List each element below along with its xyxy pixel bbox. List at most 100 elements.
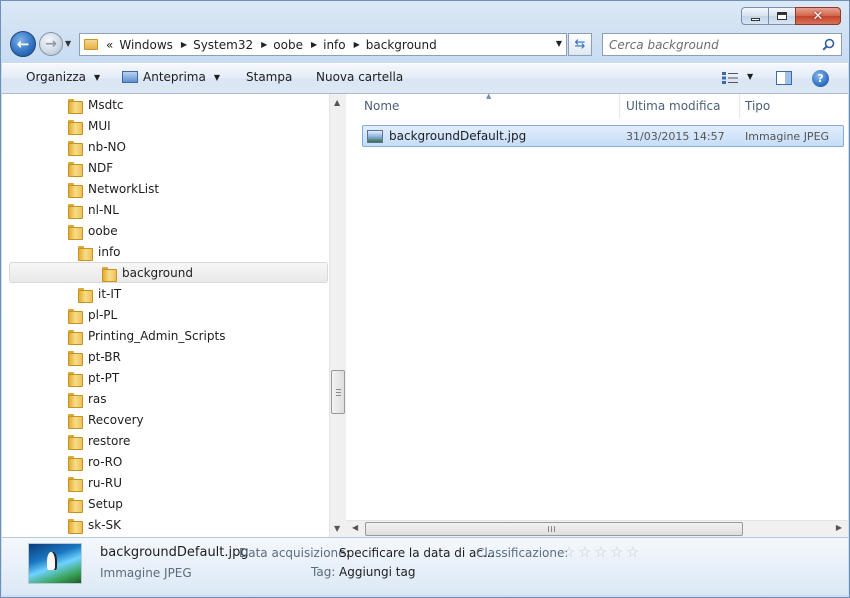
tree-item-ras[interactable]: ras — [68, 388, 107, 409]
column-divider[interactable] — [619, 94, 620, 118]
preview-pane-icon[interactable] — [776, 71, 792, 85]
file-list-pane: Nome ▲ Ultima modifica Tipo backgroundDe… — [346, 92, 848, 537]
details-file-name: backgroundDefault.jpg — [100, 545, 249, 560]
search-icon[interactable] — [822, 38, 835, 51]
view-options-icon[interactable] — [722, 72, 738, 84]
preview-icon — [122, 71, 138, 83]
refresh-button[interactable]: ⇆ — [568, 33, 592, 56]
tree-item-info[interactable]: info — [78, 241, 121, 262]
back-button[interactable]: ← — [10, 31, 36, 57]
tree-item-label: ru-RU — [88, 475, 122, 490]
tree-item-label: info — [98, 244, 121, 259]
chevron-right-icon[interactable]: ▶ — [311, 40, 317, 49]
tree-item-ru-ru[interactable]: ru-RU — [68, 472, 122, 493]
search-input[interactable] — [609, 37, 809, 52]
address-bar[interactable]: « Windows ▶ System32 ▶ oobe ▶ info ▶ backgro… — [79, 33, 567, 56]
caption-buttons: ✕ — [741, 7, 841, 25]
tree-item-ro-ro[interactable]: ro-RO — [68, 451, 122, 472]
tree-item-oobe[interactable]: oobe — [68, 220, 118, 241]
breadcrumb-windows[interactable]: Windows ▶ — [119, 38, 187, 52]
tree-item-setup[interactable]: Setup — [68, 493, 123, 514]
star-icon[interactable]: ☆ — [562, 544, 578, 560]
rating-stars[interactable]: ☆ ☆ ☆ ☆ ☆ — [562, 544, 642, 560]
arrow-left-icon: ← — [16, 35, 30, 53]
close-icon: ✕ — [812, 8, 824, 24]
scroll-up-icon[interactable]: ▲ — [334, 98, 340, 107]
folder-icon — [68, 329, 83, 345]
organize-menu[interactable]: Organizza ▼ — [26, 70, 100, 84]
breadcrumb-system32[interactable]: System32 ▶ — [193, 38, 267, 52]
scroll-down-icon[interactable]: ▼ — [334, 524, 340, 533]
tree-item-pt-br[interactable]: pt-BR — [68, 346, 121, 367]
search-box[interactable] — [602, 33, 842, 56]
tree-item-label: restore — [88, 433, 131, 448]
file-list-scrollbar[interactable]: ◀ ▶ — [346, 520, 848, 537]
tree-item-pl-pl[interactable]: pl-PL — [68, 304, 117, 325]
tree-item-restore[interactable]: restore — [68, 430, 130, 451]
column-header-type[interactable]: Tipo — [745, 94, 845, 118]
file-row[interactable]: backgroundDefault.jpg 31/03/2015 14:57 I… — [362, 125, 844, 147]
new-folder-button[interactable]: Nuova cartella — [316, 70, 403, 84]
tree-item-nl-nl[interactable]: nl-NL — [68, 199, 119, 220]
preview-menu[interactable]: Anteprima ▼ — [122, 70, 220, 84]
breadcrumb-background[interactable]: background — [366, 38, 437, 52]
star-icon[interactable]: ☆ — [610, 544, 626, 560]
print-button[interactable]: Stampa — [246, 70, 292, 84]
tree-item-mui[interactable]: MUI — [68, 115, 111, 136]
help-icon[interactable]: ? — [812, 70, 829, 87]
tree-item-label: Recovery — [88, 412, 144, 427]
folder-icon — [78, 245, 93, 261]
scrollbar-thumb[interactable] — [365, 522, 743, 536]
forward-button[interactable]: → — [39, 32, 63, 56]
tree-item-recovery[interactable]: Recovery — [68, 409, 144, 430]
grip-icon — [336, 389, 341, 396]
rating-label: Classificazione: — [476, 546, 569, 560]
tree-item-sk-sk[interactable]: sk-SK — [68, 514, 121, 535]
column-header-modified[interactable]: Ultima modifica — [626, 94, 738, 118]
tree-item-it-it[interactable]: it-IT — [78, 283, 121, 304]
folder-icon — [68, 455, 83, 471]
breadcrumb-oobe[interactable]: oobe ▶ — [273, 38, 317, 52]
details-pane: backgroundDefault.jpg Immagine JPEG Data… — [2, 537, 848, 595]
date-acquired-value[interactable]: Specificare la data di ac... — [339, 546, 494, 560]
tags-value[interactable]: Aggiungi tag — [339, 565, 415, 579]
chevron-right-icon[interactable]: ▶ — [354, 40, 360, 49]
tree-item-printing-admin-scripts[interactable]: Printing_Admin_Scripts — [68, 325, 225, 346]
column-divider[interactable] — [739, 94, 740, 118]
star-icon[interactable]: ☆ — [626, 544, 642, 560]
close-button[interactable]: ✕ — [795, 7, 841, 25]
breadcrumb-info[interactable]: info ▶ — [323, 38, 360, 52]
scrollbar-thumb[interactable] — [331, 370, 345, 414]
navigation-scrollbar[interactable]: ▲ ▼ — [329, 94, 346, 537]
scroll-right-icon[interactable]: ▶ — [836, 523, 842, 532]
chevron-right-icon[interactable]: ▶ — [181, 40, 187, 49]
column-header-name[interactable]: Nome ▲ — [364, 92, 619, 118]
view-dropdown-icon[interactable]: ▼ — [747, 72, 753, 81]
tree-item-nb-no[interactable]: nb-NO — [68, 136, 126, 157]
minimize-button[interactable] — [741, 7, 768, 25]
chevron-right-icon[interactable]: ▶ — [261, 40, 267, 49]
star-icon[interactable]: ☆ — [594, 544, 610, 560]
tree-item-label: MUI — [88, 118, 111, 133]
tree-item-pt-pt[interactable]: pt-PT — [68, 367, 119, 388]
sort-ascending-icon: ▲ — [486, 92, 492, 100]
tree-item-label: pl-PL — [88, 307, 118, 322]
tree-item-label: ro-RO — [88, 454, 123, 469]
recent-pages-dropdown[interactable]: ▼ — [65, 39, 71, 48]
maximize-icon — [777, 12, 787, 20]
grip-icon — [548, 526, 555, 532]
tree-item-label: NDF — [88, 160, 114, 175]
breadcrumb-overflow[interactable]: « — [106, 38, 113, 52]
tree-item-networklist[interactable]: NetworkList — [68, 178, 159, 199]
maximize-button[interactable] — [768, 7, 795, 25]
tree-item-label: Printing_Admin_Scripts — [88, 328, 226, 343]
folder-icon — [68, 119, 83, 135]
address-dropdown-icon[interactable]: ▼ — [556, 39, 562, 48]
tree-item-ndf[interactable]: NDF — [68, 157, 113, 178]
folder-icon — [68, 392, 83, 408]
tree-item-msdtc[interactable]: Msdtc — [68, 94, 124, 115]
tree-item-background[interactable]: background — [9, 262, 328, 283]
tree-item-label: nl-NL — [88, 202, 119, 217]
scroll-left-icon[interactable]: ◀ — [352, 523, 358, 532]
star-icon[interactable]: ☆ — [578, 544, 594, 560]
